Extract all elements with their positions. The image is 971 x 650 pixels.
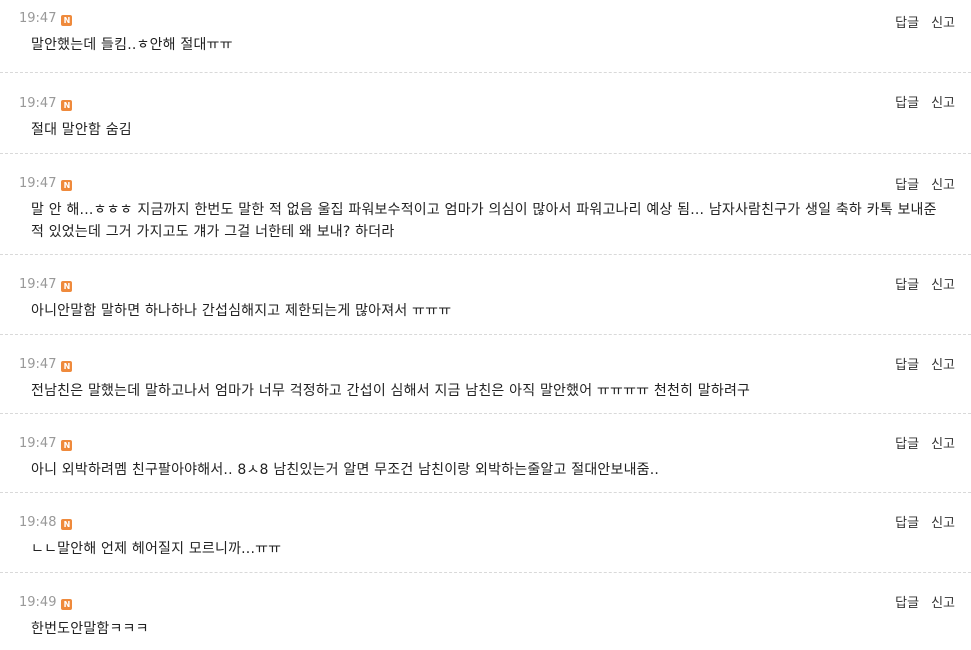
comment-actions: 답글 신고 [895,95,955,113]
comment-text: 아니안말함 말하면 하나하나 간섭심해지고 제한되는게 많아져서 ㅠㅠㅠ [31,303,452,319]
reply-button[interactable]: 답글 [895,15,919,33]
comment-meta: 19:47 N [19,335,955,374]
comment-meta: 19:47 N [19,255,955,294]
comment-time: 19:47 [19,176,57,191]
comment-actions: 답글 신고 [895,515,955,533]
new-badge-icon: N [61,518,73,530]
comment-actions: 답글 신고 [895,15,955,33]
new-badge-icon: N [61,598,73,610]
comment-actions: 답글 신고 [895,177,955,195]
report-button[interactable]: 신고 [931,357,955,375]
report-button[interactable]: 신고 [931,177,955,195]
comment-time: 19:47 [19,96,57,111]
comment-item: 19:47 N 답글 신고 아니 외박하려멤 친구팔아야해서.. 8ㅅ8 남친있… [0,414,971,493]
comment-text: ㄴㄴ말안해 언제 헤어질지 모르니까...ㅠㅠ [31,541,282,557]
report-button[interactable]: 신고 [931,436,955,454]
comment-meta: 19:47 N [19,414,955,453]
reply-button[interactable]: 답글 [895,595,919,613]
comment-item: 19:47 N 답글 신고 아니안말함 말하면 하나하나 간섭심해지고 제한되는… [0,255,971,335]
comment-text: 말안했는데 들킴..ㅎ안해 절대ㅠㅠ [31,37,233,53]
comment-item: 19:47 N 답글 신고 절대 말안함 숨김 [0,73,971,154]
comment-time: 19:47 [19,11,57,26]
comment-item: 19:47 N 답글 신고 말안했는데 들킴..ㅎ안해 절대ㅠㅠ [0,0,971,73]
report-button[interactable]: 신고 [931,95,955,113]
comment-meta: 19:47 N [19,0,955,28]
reply-button[interactable]: 답글 [895,515,919,533]
new-badge-icon: N [61,99,73,111]
report-button[interactable]: 신고 [931,515,955,533]
new-badge-icon: N [61,179,73,191]
comment-time: 19:49 [19,595,57,610]
comment-meta: 19:47 N [19,73,955,113]
comment-actions: 답글 신고 [895,277,955,295]
comment-item: 19:49 N 답글 신고 한번도안말함ㅋㅋㅋ [0,573,971,650]
comment-text: 말 안 해...ㅎㅎㅎ 지금까지 한번도 말한 적 없음 울집 파워보수적이고 … [31,202,937,240]
reply-button[interactable]: 답글 [895,436,919,454]
comment-meta: 19:48 N [19,493,955,532]
comment-text: 전남친은 말했는데 말하고나서 엄마가 너무 걱정하고 간섭이 심해서 지금 남… [31,383,751,399]
comment-time: 19:47 [19,436,57,451]
reply-button[interactable]: 답글 [895,277,919,295]
new-badge-icon: N [61,360,73,372]
comment-meta: 19:47 N [19,154,955,193]
report-button[interactable]: 신고 [931,15,955,33]
comment-item: 19:47 N 답글 신고 전남친은 말했는데 말하고나서 엄마가 너무 걱정하… [0,335,971,414]
reply-button[interactable]: 답글 [895,357,919,375]
comment-time: 19:47 [19,357,57,372]
comment-actions: 답글 신고 [895,595,955,613]
comment-time: 19:48 [19,515,57,530]
comment-text: 절대 말안함 숨김 [31,122,132,138]
comment-meta: 19:49 N [19,573,955,612]
report-button[interactable]: 신고 [931,595,955,613]
new-badge-icon: N [61,280,73,292]
reply-button[interactable]: 답글 [895,95,919,113]
comment-actions: 답글 신고 [895,357,955,375]
new-badge-icon: N [61,14,73,26]
comment-text: 아니 외박하려멤 친구팔아야해서.. 8ㅅ8 남친있는거 알면 무조건 남친이랑… [31,462,660,478]
comment-item: 19:47 N 답글 신고 말 안 해...ㅎㅎㅎ 지금까지 한번도 말한 적 … [0,154,971,255]
comment-item: 19:48 N 답글 신고 ㄴㄴ말안해 언제 헤어질지 모르니까...ㅠㅠ [0,493,971,573]
comment-time: 19:47 [19,277,57,292]
comment-text: 한번도안말함ㅋㅋㅋ [31,621,149,637]
new-badge-icon: N [61,439,73,451]
reply-button[interactable]: 답글 [895,177,919,195]
comment-list: 19:47 N 답글 신고 말안했는데 들킴..ㅎ안해 절대ㅠㅠ 19:47 N… [0,0,971,650]
comment-actions: 답글 신고 [895,436,955,454]
report-button[interactable]: 신고 [931,277,955,295]
